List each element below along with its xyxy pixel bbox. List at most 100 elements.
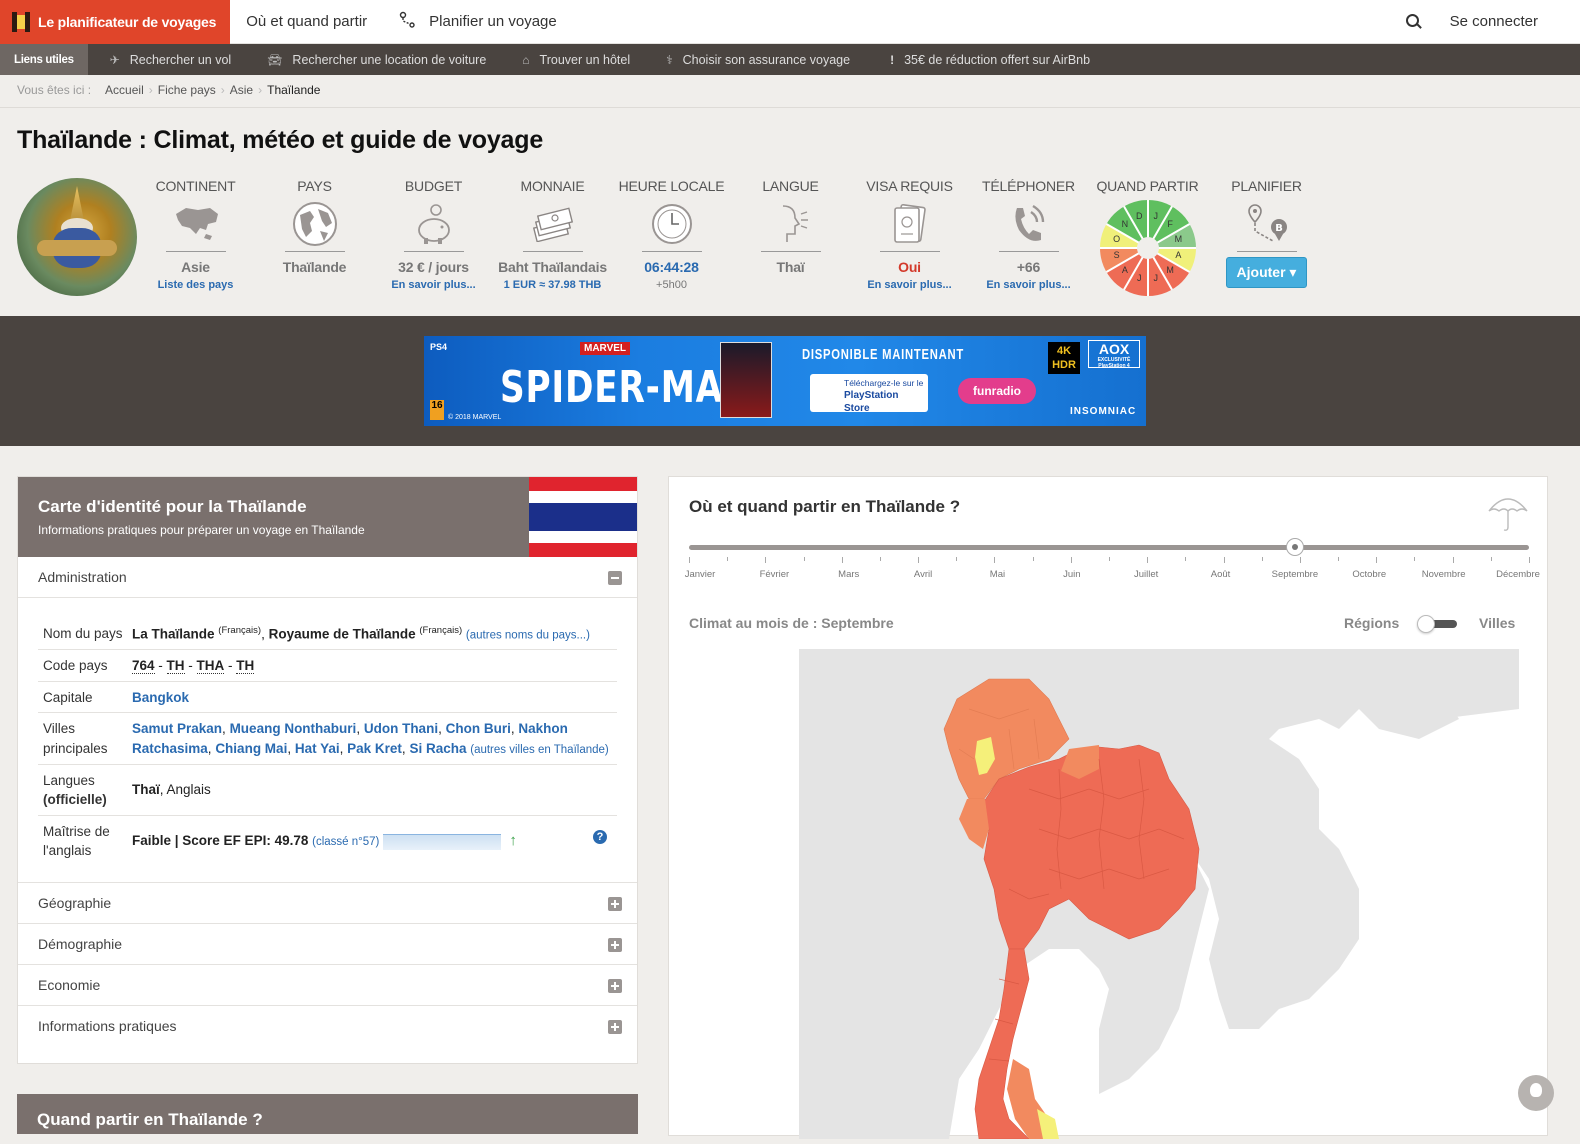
nav-plan-trip[interactable]: Planifier un voyage (399, 11, 557, 33)
other-names-link[interactable]: (autres noms du pays...) (466, 630, 590, 642)
capital-link[interactable]: Bangkok (132, 690, 189, 705)
toggle-regions-label[interactable]: Régions (1344, 615, 1399, 631)
ad-store-badge: Téléchargez-le sur le PlayStation Store (810, 374, 928, 414)
city-link[interactable]: Samut Prakan (132, 721, 222, 736)
month-label[interactable]: Janvier (685, 569, 716, 580)
nav-where-when[interactable]: Où et quand partir (246, 13, 367, 30)
wheel-separator (1146, 200, 1149, 248)
month-label[interactable]: Juillet (1134, 569, 1158, 580)
section-administration[interactable]: Administration (18, 557, 637, 598)
car-icon: 🚘︎ (267, 52, 283, 67)
brand-label: Le planificateur de voyages (38, 13, 217, 30)
english-score: Faible | Score EF EPI: 49.78 (132, 833, 309, 849)
expand-icon[interactable] (608, 978, 622, 993)
ad-band: PS4 MARVEL SPIDER-MAN DISPONIBLE MAINTEN… (0, 316, 1580, 446)
speaking-head-icon (731, 199, 850, 249)
fact-budget-link[interactable]: En savoir plus... (391, 279, 475, 291)
month-label[interactable]: Octobre (1352, 569, 1386, 580)
month-label[interactable]: Juin (1063, 569, 1080, 580)
brand-link[interactable]: Le planificateur de voyages (0, 0, 231, 44)
cities-list: Samut Prakan, Mueang Nonthaburi, Udon Th… (132, 721, 609, 756)
spiderman-ad-banner[interactable]: PS4 MARVEL SPIDER-MAN DISPONIBLE MAINTEN… (424, 336, 1146, 426)
fact-phone-head: TÉLÉPHONER (982, 178, 1075, 194)
fact-phone: TÉLÉPHONER +66 En savoir plus... (969, 178, 1088, 296)
fact-phone-link[interactable]: En savoir plus... (986, 279, 1070, 291)
search-icon[interactable] (1405, 13, 1422, 30)
link-flight-label: Rechercher un vol (129, 52, 232, 67)
lightbulb-icon[interactable] (1518, 1075, 1554, 1111)
month-wheel-icon[interactable]: JFMAMJJASOND (1099, 200, 1196, 296)
ad-aox-sub: EXCLUSIVITÉ PlayStation 4 (1097, 357, 1131, 369)
month-label[interactable]: Mai (990, 569, 1005, 580)
breadcrumb-home[interactable]: Accueil (105, 83, 144, 97)
month-label[interactable]: Avril (914, 569, 932, 580)
section-demography[interactable]: Démographie (18, 924, 637, 965)
toggle-cities-label[interactable]: Villes (1479, 615, 1515, 631)
month-slider-handle[interactable] (1285, 538, 1304, 556)
up-arrow-icon: ↑ (509, 832, 517, 850)
slider-ticks (689, 557, 1530, 565)
fact-visa-value: Oui (898, 259, 921, 275)
wheel-month-label: A (1121, 264, 1128, 275)
route-icon (399, 11, 415, 33)
section-geography[interactable]: Géographie (18, 883, 637, 924)
fact-currency-rate[interactable]: 1 EUR ≈ 37.98 THB (504, 279, 602, 291)
city-link[interactable]: Chiang Mai (215, 741, 287, 756)
month-label[interactable]: Novembre (1422, 569, 1466, 580)
fact-local-time-value: 06:44:28 (644, 259, 699, 275)
climate-map[interactable] (799, 649, 1519, 1140)
link-flight[interactable]: ✈ Rechercher un vol (110, 53, 232, 67)
link-airbnb[interactable]: ! 35€ de réduction offert sur AirBnb (890, 53, 1090, 67)
fact-visa-link[interactable]: En savoir plus... (867, 279, 951, 291)
climate-panel: Où et quand partir en Thaïlande ? Janvie… (668, 476, 1548, 1140)
other-cities-link[interactable]: (autres villes en Thaïlande) (470, 744, 609, 756)
row-languages: Langues (officielle) Thaï, Anglais (38, 765, 617, 816)
add-trip-button[interactable]: Ajouter ▾ (1225, 257, 1308, 288)
month-label[interactable]: Août (1211, 569, 1231, 580)
link-car[interactable]: 🚘︎ Rechercher une location de voiture (267, 53, 486, 67)
fact-budget-value: 32 € / jours (398, 259, 469, 275)
breadcrumb-country-sheets[interactable]: Fiche pays (158, 83, 216, 97)
slider-tick (1185, 557, 1187, 561)
login-link[interactable]: Se connecter (1450, 13, 1538, 30)
month-label[interactable]: Février (760, 569, 790, 580)
month-slider[interactable] (689, 538, 1529, 556)
wheel-separator (1147, 247, 1196, 249)
city-link[interactable]: Mueang Nonthaburi (230, 721, 357, 736)
collapse-icon[interactable] (608, 571, 622, 585)
section-economy[interactable]: Economie (18, 965, 637, 1006)
month-label[interactable]: Septembre (1272, 569, 1318, 580)
city-link[interactable]: Udon Thani (364, 721, 438, 736)
expand-icon[interactable] (608, 937, 622, 952)
slider-tick (1490, 557, 1492, 561)
link-car-label: Rechercher une location de voiture (292, 52, 487, 67)
fact-country: PAYS Thaïlande (255, 178, 374, 296)
link-hotel[interactable]: ⌂ Trouver un hôtel (522, 53, 630, 67)
divider (0, 107, 1580, 108)
city-link[interactable]: Pak Kret (347, 741, 402, 756)
passport-icon (850, 199, 969, 249)
wheel-month-label: J (1153, 211, 1159, 222)
expand-icon[interactable] (608, 896, 622, 911)
phone-icon (969, 199, 1088, 249)
link-insurance[interactable]: ⚕ Choisir son assurance voyage (666, 53, 850, 67)
month-label[interactable]: Mars (838, 569, 859, 580)
identity-card: Carte d'identité pour la Thaïlande Infor… (17, 476, 638, 1064)
month-label[interactable]: Décembre (1496, 569, 1540, 580)
slider-tick (689, 557, 690, 563)
help-icon[interactable]: ? (593, 829, 607, 844)
flag-stripe (529, 531, 637, 543)
flag-stripe (529, 503, 637, 531)
section-practical-info[interactable]: Informations pratiques (18, 1006, 637, 1047)
english-trend-sparkline (383, 833, 502, 850)
city-link[interactable]: Si Racha (409, 741, 466, 756)
fact-continent-link[interactable]: Liste des pays (158, 279, 234, 291)
regions-cities-toggle[interactable] (1417, 615, 1457, 633)
expand-icon[interactable] (608, 1019, 622, 1034)
breadcrumb-asia[interactable]: Asie (230, 83, 253, 97)
row-key: Villes principales (43, 721, 108, 756)
city-link[interactable]: Chon Buri (446, 721, 511, 736)
english-rank-link[interactable]: (classé n°57) (312, 836, 379, 848)
city-link[interactable]: Hat Yai (295, 741, 340, 756)
game-box-image (720, 342, 772, 418)
